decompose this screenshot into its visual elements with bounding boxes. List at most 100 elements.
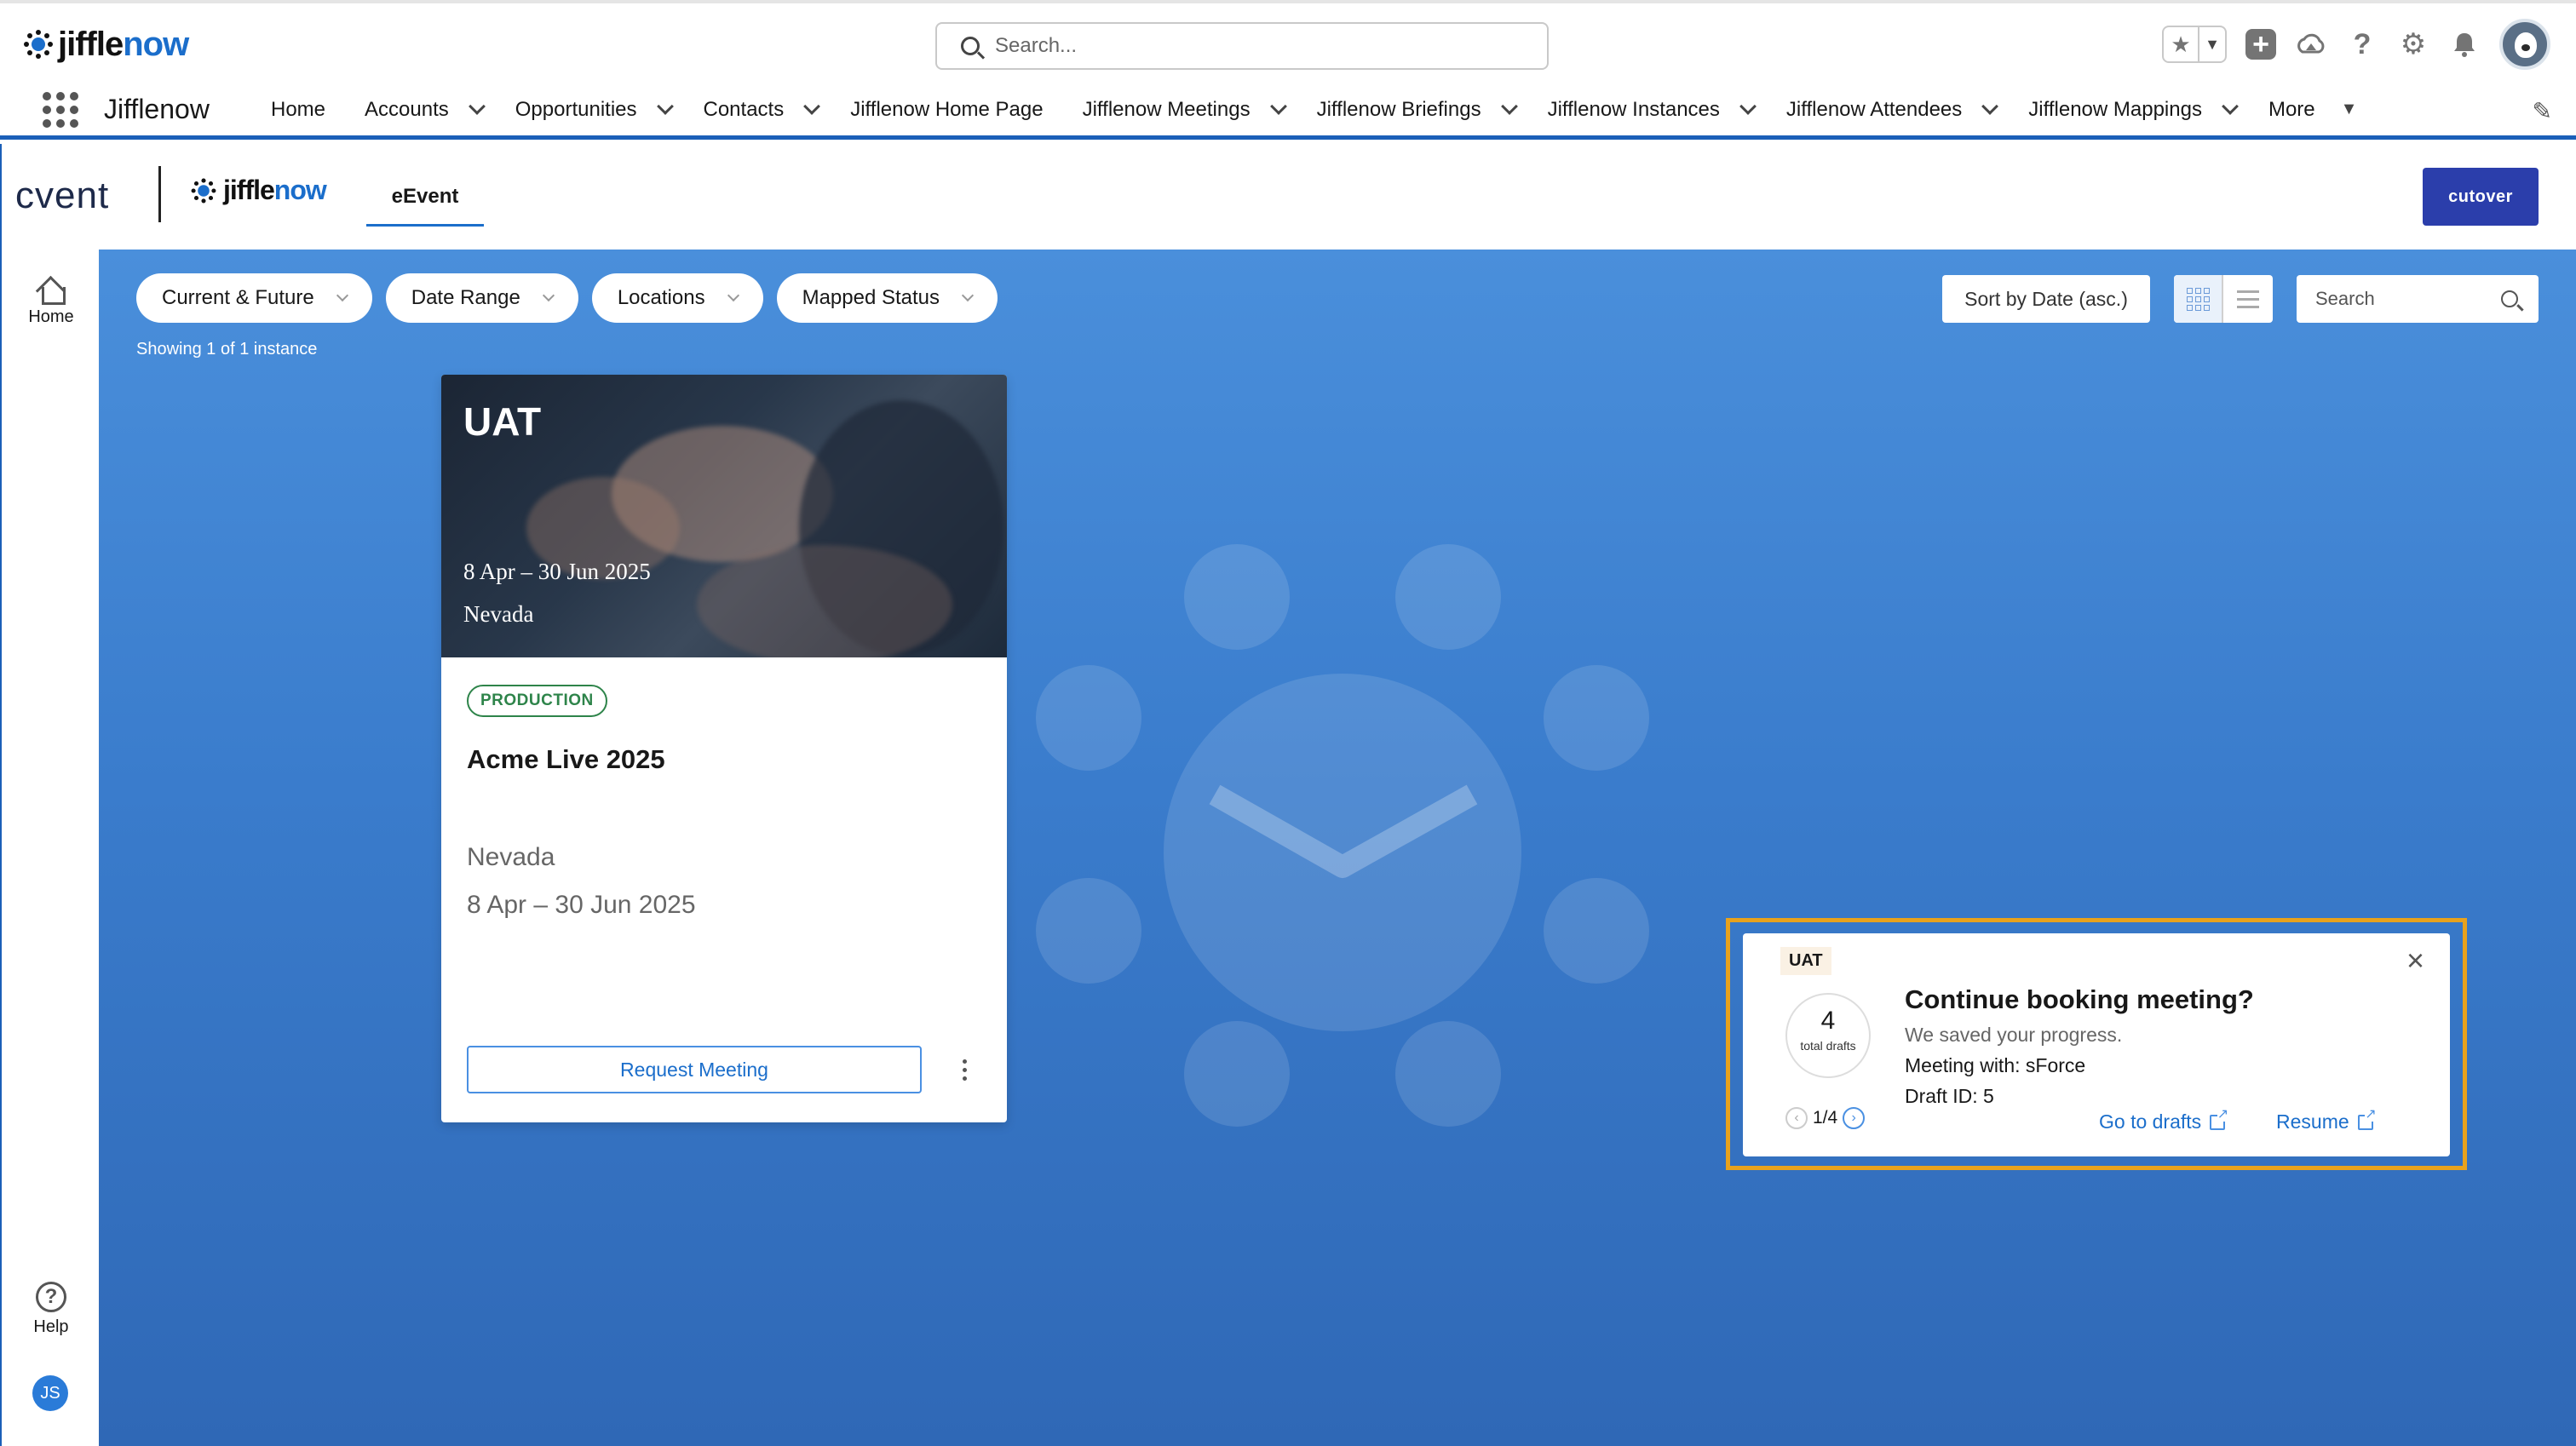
chevron-right-icon[interactable]: ›	[1843, 1107, 1866, 1129]
logo-text: jiffle	[58, 25, 124, 63]
home-icon	[37, 275, 66, 305]
nav-item-jifflenow-mappings[interactable]: Jifflenow Mappings	[2028, 83, 2248, 135]
nav-item-jifflenow-attendees[interactable]: Jifflenow Attendees	[1786, 83, 2008, 135]
active-tab-indicator	[366, 224, 484, 227]
help-icon[interactable]: ?	[2346, 28, 2378, 60]
rail-help-button[interactable]: ? Help	[2, 1282, 101, 1337]
event-card-hero: UAT 8 Apr – 30 Jun 2025 Nevada	[441, 375, 1007, 657]
continue-booking-panel: UAT 4 total drafts ‹ 1/4 › Continue book…	[1743, 933, 2450, 1156]
star-icon[interactable]: ★	[2164, 27, 2198, 61]
grid-view-button[interactable]	[2174, 275, 2223, 323]
main-content: Current & Future Date Range Locations Ma…	[99, 250, 2576, 1446]
chevron-down-icon[interactable]	[1269, 97, 1287, 115]
list-icon	[2237, 290, 2259, 308]
jifflenow-watermark-icon	[1036, 544, 1649, 1127]
more-options-icon[interactable]	[956, 1053, 973, 1087]
event-hero-date: 8 Apr – 30 Jun 2025	[463, 559, 651, 584]
edit-nav-pencil-icon[interactable]: ✎	[2533, 97, 2552, 125]
cvent-app-bar: cvent jifflenow eEvent cutover	[0, 144, 2576, 250]
draft-pager: ‹ 1/4 ›	[1785, 1107, 1866, 1129]
nav-item-jifflenow-meetings[interactable]: Jifflenow Meetings	[1083, 83, 1297, 135]
draft-count-circle: 4 total drafts	[1785, 993, 1871, 1078]
caret-down-icon[interactable]: ▼	[2341, 100, 2358, 119]
app-nav-bar: Jifflenow Home Accounts Opportunities Co…	[0, 83, 2576, 140]
results-count: Showing 1 of 1 instance	[136, 340, 318, 359]
logo-text-accent: now	[123, 25, 189, 63]
chevron-down-icon	[542, 289, 555, 302]
event-location: Nevada	[467, 843, 555, 871]
filter-current-future[interactable]: Current & Future	[136, 273, 372, 323]
global-search-input[interactable]	[995, 34, 1506, 58]
user-initials-avatar[interactable]: JS	[32, 1375, 68, 1411]
draft-meeting-with: Meeting with: sForce	[1905, 1054, 2086, 1076]
help-circle-icon: ?	[36, 1282, 66, 1312]
search-icon	[2501, 290, 2518, 307]
instance-search-input[interactable]	[2315, 288, 2494, 310]
filter-mapped-status[interactable]: Mapped Status	[776, 273, 998, 323]
chevron-down-icon[interactable]: ▼	[2198, 27, 2225, 61]
external-link-icon	[2210, 1107, 2229, 1130]
header-utility-icons: ★ ▼ + ? ⚙	[2162, 19, 2550, 70]
app-launcher-icon[interactable]	[43, 92, 78, 128]
go-to-drafts-link[interactable]: Go to drafts	[2099, 1107, 2229, 1133]
cvent-logo: cvent	[15, 175, 110, 216]
cutover-button[interactable]: cutover	[2423, 168, 2539, 226]
plus-icon[interactable]: +	[2245, 29, 2276, 60]
rail-home-button[interactable]: Home	[2, 275, 101, 327]
user-avatar[interactable]	[2499, 19, 2550, 70]
filter-date-range[interactable]: Date Range	[385, 273, 578, 323]
chevron-down-icon	[336, 289, 348, 302]
nav-item-accounts[interactable]: Accounts	[365, 83, 495, 135]
nav-item-more[interactable]: More ▼	[2268, 83, 2357, 135]
chevron-down-icon[interactable]	[1500, 97, 1518, 115]
event-hero-location: Nevada	[463, 601, 534, 627]
left-rail: Home ? Help JS	[0, 250, 99, 1446]
global-header: jifflenow ★ ▼ + ? ⚙	[0, 0, 2576, 83]
sun-logo-icon	[191, 178, 216, 203]
nav-item-contacts[interactable]: Contacts	[704, 83, 831, 135]
chevron-down-icon	[727, 289, 739, 302]
rail-home-label: Home	[28, 307, 74, 326]
request-meeting-button[interactable]: Request Meeting	[467, 1046, 922, 1093]
nav-item-opportunities[interactable]: Opportunities	[515, 83, 683, 135]
chevron-down-icon[interactable]	[2222, 97, 2239, 115]
filter-pills: Current & Future Date Range Locations Ma…	[136, 273, 998, 323]
event-date: 8 Apr – 30 Jun 2025	[467, 891, 696, 919]
event-title: Acme Live 2025	[467, 744, 665, 774]
nav-item-home[interactable]: Home	[271, 83, 325, 135]
nav-item-jifflenow-briefings[interactable]: Jifflenow Briefings	[1317, 83, 1527, 135]
bell-icon[interactable]	[2448, 28, 2481, 60]
search-icon	[961, 37, 980, 55]
chevron-down-icon[interactable]	[803, 97, 821, 115]
external-link-icon	[2357, 1107, 2377, 1130]
app-name: Jifflenow	[104, 94, 210, 124]
chevron-down-icon[interactable]	[656, 97, 674, 115]
chevron-left-icon[interactable]: ‹	[1785, 1107, 1808, 1129]
nav-item-jifflenow-instances[interactable]: Jifflenow Instances	[1548, 83, 1766, 135]
jifflenow-logo[interactable]: jifflenow	[24, 22, 189, 66]
list-view-button[interactable]	[2223, 275, 2273, 323]
jifflenow-logo-secondary: jifflenow	[189, 175, 327, 206]
chevron-down-icon[interactable]	[468, 97, 486, 115]
nav-items: Home Accounts Opportunities Contacts Jif…	[271, 83, 2357, 135]
event-card[interactable]: UAT 8 Apr – 30 Jun 2025 Nevada PRODUCTIO…	[441, 375, 1007, 1122]
global-search[interactable]	[935, 22, 1549, 70]
gear-icon[interactable]: ⚙	[2397, 28, 2429, 60]
chevron-down-icon[interactable]	[1981, 97, 1999, 115]
tab-eevent[interactable]: eEvent	[366, 185, 484, 209]
logo-divider	[158, 166, 161, 222]
instance-search[interactable]	[2297, 275, 2539, 323]
close-icon[interactable]: ×	[2406, 945, 2424, 976]
draft-count-label: total drafts	[1800, 1039, 1856, 1053]
resume-link[interactable]: Resume	[2276, 1107, 2377, 1133]
sort-button[interactable]: Sort by Date (asc.)	[1942, 275, 2150, 323]
chevron-down-icon[interactable]	[1739, 97, 1757, 115]
filter-locations[interactable]: Locations	[591, 273, 763, 323]
draft-env-tag: UAT	[1780, 947, 1831, 975]
draft-id: Draft ID: 5	[1905, 1085, 1994, 1107]
nav-item-jifflenow-home-page[interactable]: Jifflenow Home Page	[850, 83, 1043, 135]
draft-title: Continue booking meeting?	[1905, 984, 2254, 1014]
draft-subtitle: We saved your progress.	[1905, 1024, 2123, 1046]
chevron-down-icon	[961, 289, 975, 302]
trailhead-icon[interactable]	[2295, 28, 2327, 60]
